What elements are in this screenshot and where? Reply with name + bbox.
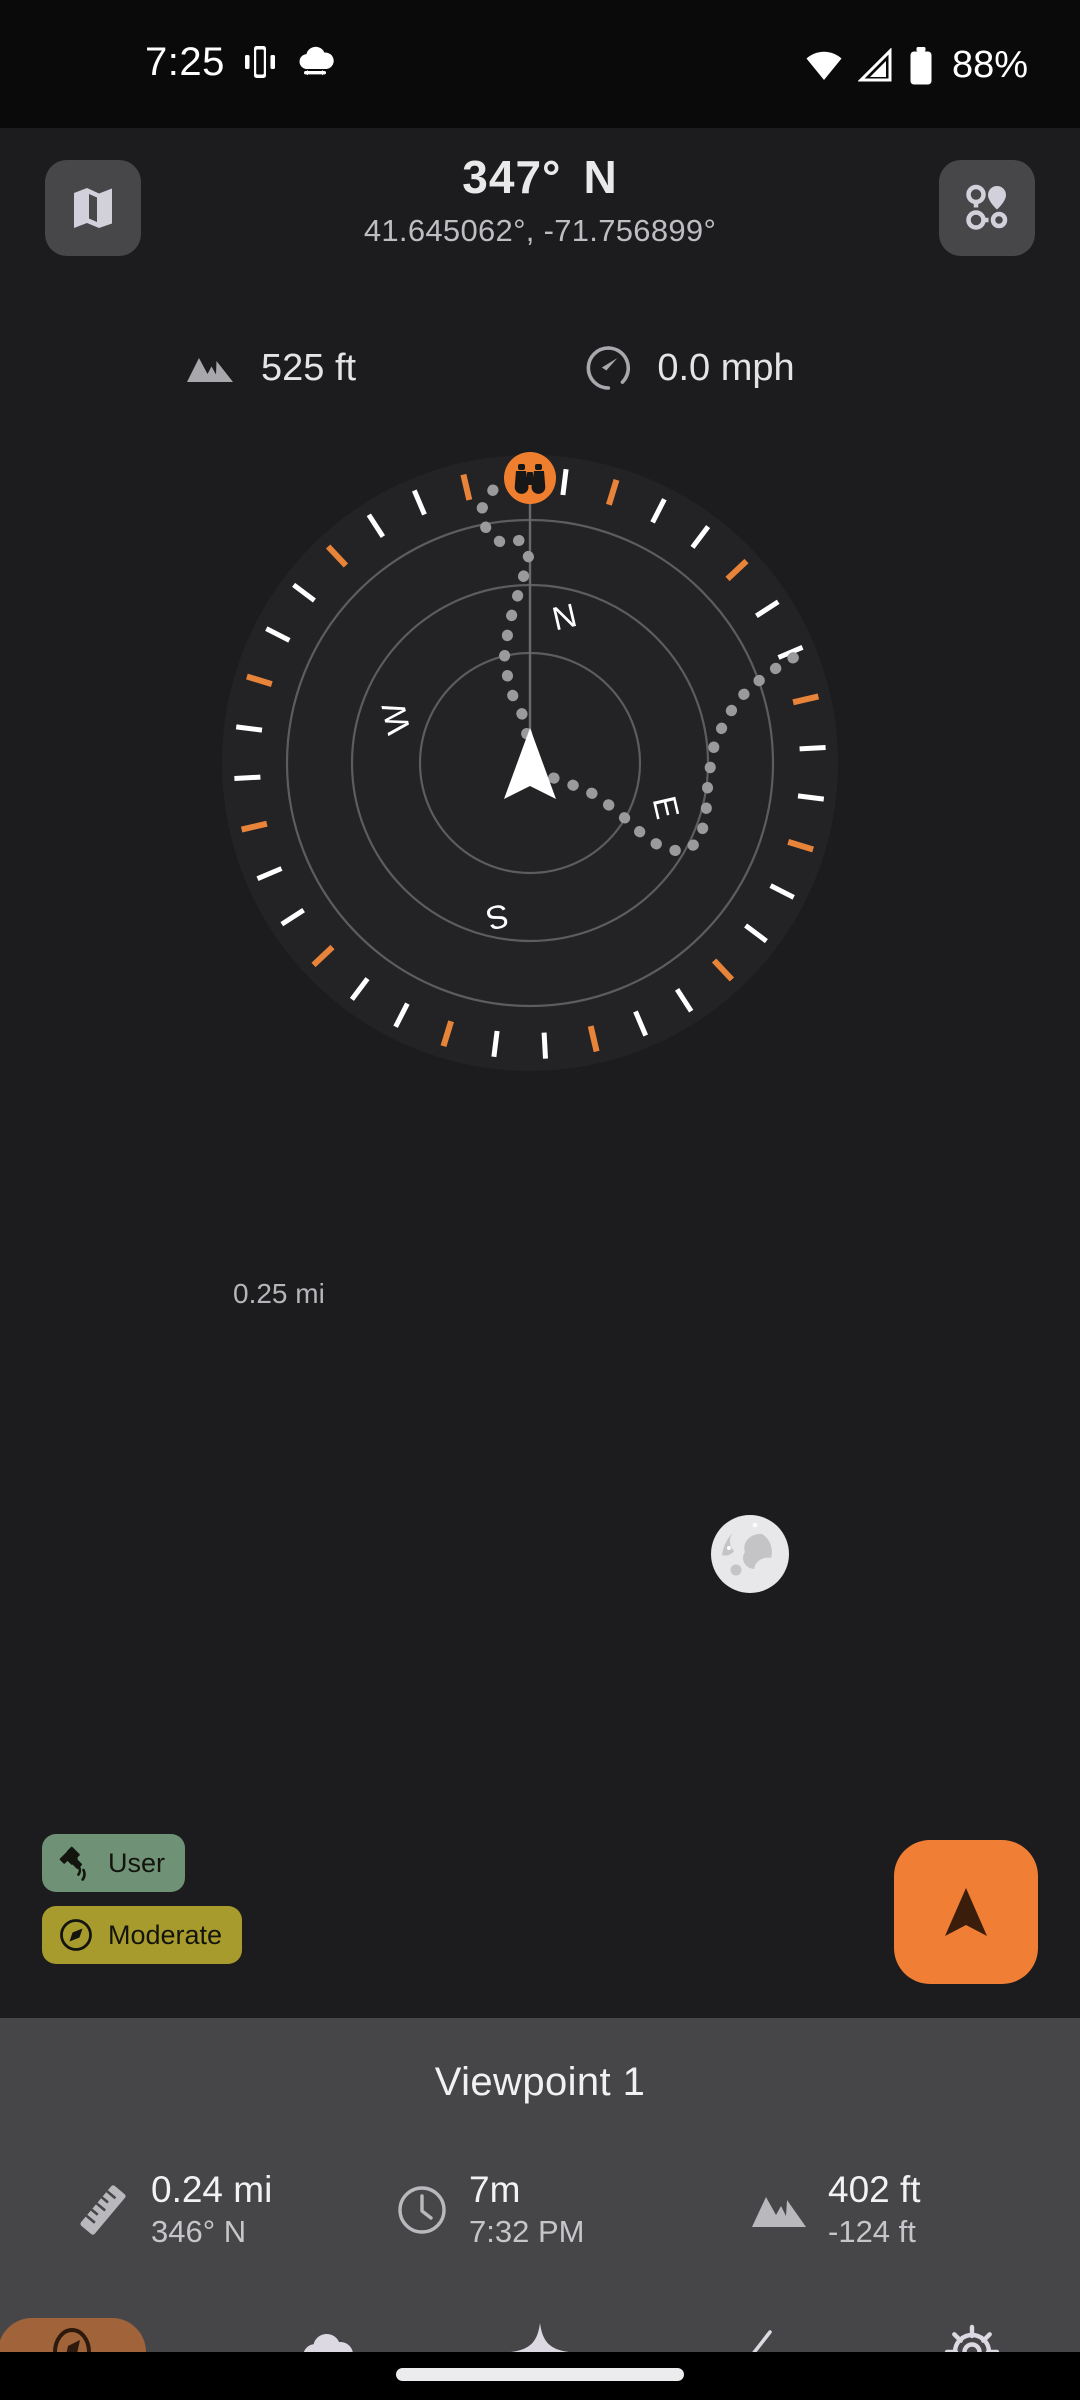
stat-distance: 0.24 mi 346° N [75, 2168, 272, 2252]
clock-icon [398, 2186, 446, 2234]
gesture-home-bar[interactable] [396, 2368, 684, 2381]
speed-metric: 0.0 mph [585, 345, 795, 391]
compass-tick [235, 724, 263, 733]
status-bar-left: 7:25 [145, 42, 337, 82]
badge-accuracy-label: Moderate [108, 1919, 223, 1950]
speedometer-icon [586, 346, 631, 390]
stat-elevation-gain: 402 ft [828, 2169, 921, 2210]
compass-tick [491, 1030, 500, 1058]
stat-elevation: 402 ft -124 ft [750, 2168, 921, 2252]
stat-elevation-loss: -124 ft [828, 2213, 916, 2249]
compass-tick [799, 745, 826, 752]
mountain-icon [752, 2196, 806, 2227]
heading-degrees: 347° [462, 151, 562, 203]
badge-location-source-label: User [108, 1847, 166, 1878]
app-header: 347° N 41.645062°, -71.756899° [0, 128, 1080, 308]
elevation-value: 525 ft [261, 346, 357, 389]
recenter-fab[interactable] [894, 1840, 1038, 1984]
phone-screen: 7:25 88% 347° N 41.645062°, -71.756899° … [0, 0, 1080, 2400]
badge-accuracy[interactable]: Moderate [42, 1906, 243, 1964]
compass-tick [234, 774, 261, 781]
stat-distance-bearing: 346° N [151, 2213, 247, 2249]
heading-cardinal: N [583, 151, 618, 203]
gesture-nav-area [0, 2352, 1080, 2400]
mountain-icon [187, 358, 233, 382]
status-bar-right: 88% [804, 44, 1028, 87]
heading-readout: 347° N [0, 152, 1080, 203]
compass-rose[interactable]: N E S W [0, 428, 1080, 1128]
status-bar: 7:25 88% [0, 0, 1080, 128]
app-content: 347° N 41.645062°, -71.756899° 525 ft 0.… [0, 128, 1080, 2400]
stat-time-value: 7m [469, 2169, 521, 2210]
satellite-icon [59, 1846, 86, 1881]
speed-value: 0.0 mph [657, 346, 795, 389]
battery-percent-label: 88% [951, 44, 1028, 86]
heading-block: 347° N 41.645062°, -71.756899° [0, 152, 1080, 249]
compass-tick [560, 468, 569, 496]
vibrate-icon [244, 46, 275, 78]
wifi-icon [806, 51, 842, 80]
compass-scale-label: 0.25 mi [233, 1278, 325, 1309]
battery-icon [910, 46, 932, 84]
waypoint-marker[interactable] [504, 452, 556, 504]
coordinates-label: 41.645062°, -71.756899° [363, 212, 717, 248]
waypoint-title: Viewpoint 1 [434, 2060, 646, 2104]
status-badges: User Moderate [42, 1834, 243, 1978]
cloud-icon [299, 46, 334, 76]
elevation-metric: 525 ft [185, 347, 356, 390]
waypoint-info-panel[interactable]: Viewpoint 1 0.24 mi 346° N 7m 7:32 PM 40… [0, 2018, 1080, 2308]
route-button[interactable] [939, 160, 1035, 256]
stat-distance-value: 0.24 mi [151, 2169, 273, 2210]
compass-tick [541, 1032, 548, 1059]
compass-widget[interactable]: N E S W [0, 428, 1080, 1593]
ruler-icon [80, 2185, 126, 2235]
navigation-arrow-icon [945, 1888, 987, 1936]
moon-icon [711, 1515, 789, 1593]
status-bar-clock: 7:25 [145, 40, 225, 84]
stat-time: 7m 7:32 PM [395, 2168, 584, 2252]
route-waypoints-icon [966, 184, 1008, 230]
badge-location-source[interactable]: User [42, 1834, 186, 1892]
compass-icon [60, 1919, 92, 1951]
compass-tick [797, 793, 825, 802]
metrics-row: 525 ft 0.0 mph [0, 308, 1080, 428]
cellular-signal-icon [857, 47, 892, 81]
stat-time-eta: 7:32 PM [469, 2213, 585, 2249]
